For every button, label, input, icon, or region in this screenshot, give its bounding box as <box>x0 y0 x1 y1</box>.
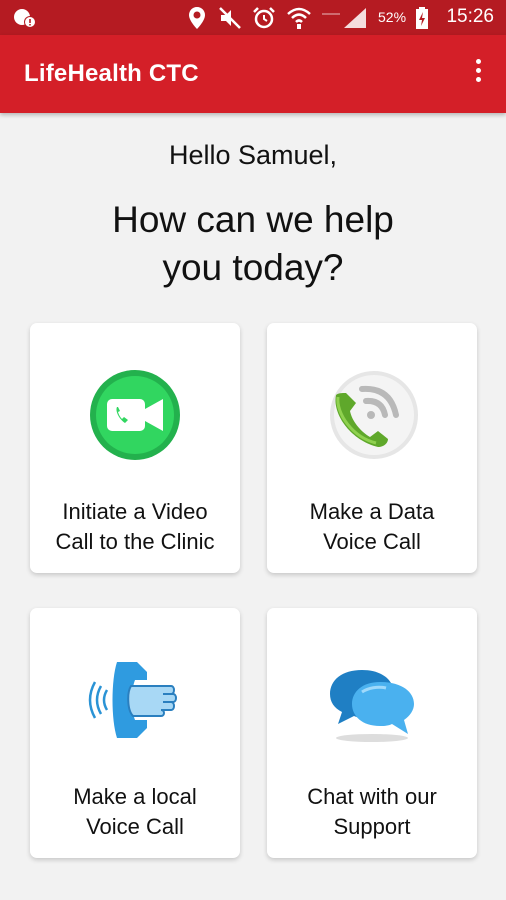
local-voice-call-card[interactable]: Make a local Voice Call <box>30 608 240 858</box>
signal-icon <box>322 8 366 28</box>
battery-icon <box>416 7 428 29</box>
greeting-text: Hello Samuel, <box>168 140 338 170</box>
status-bar: 52% 15:26 <box>0 0 506 35</box>
location-icon <box>189 7 205 29</box>
local-voice-call-icon <box>88 662 177 738</box>
chat-support-label: Chat with our Support <box>307 784 437 839</box>
wifi-icon <box>287 7 311 29</box>
notification-icon <box>14 9 36 28</box>
app-bar: LifeHealth CTC <box>0 35 506 113</box>
data-voice-call-icon <box>330 371 418 459</box>
chat-support-card[interactable]: Chat with our Support <box>267 608 477 858</box>
battery-percent: 52% <box>378 9 407 25</box>
mute-icon <box>219 7 241 29</box>
video-call-card[interactable]: Initiate a Video Call to the Clinic <box>30 323 240 573</box>
help-question: How can we help you today? <box>112 199 394 288</box>
alarm-icon <box>253 7 275 29</box>
video-call-label: Initiate a Video Call to the Clinic <box>55 499 215 554</box>
local-voice-call-label: Make a local Voice Call <box>73 784 197 839</box>
app-title: LifeHealth CTC <box>24 60 199 87</box>
video-call-icon <box>90 370 180 460</box>
status-time: 15:26 <box>446 6 494 27</box>
data-voice-call-label: Make a Data Voice Call <box>309 499 435 554</box>
chat-icon <box>330 670 414 742</box>
data-voice-call-card[interactable]: Make a Data Voice Call <box>267 323 477 573</box>
overflow-menu-icon[interactable] <box>468 59 488 89</box>
